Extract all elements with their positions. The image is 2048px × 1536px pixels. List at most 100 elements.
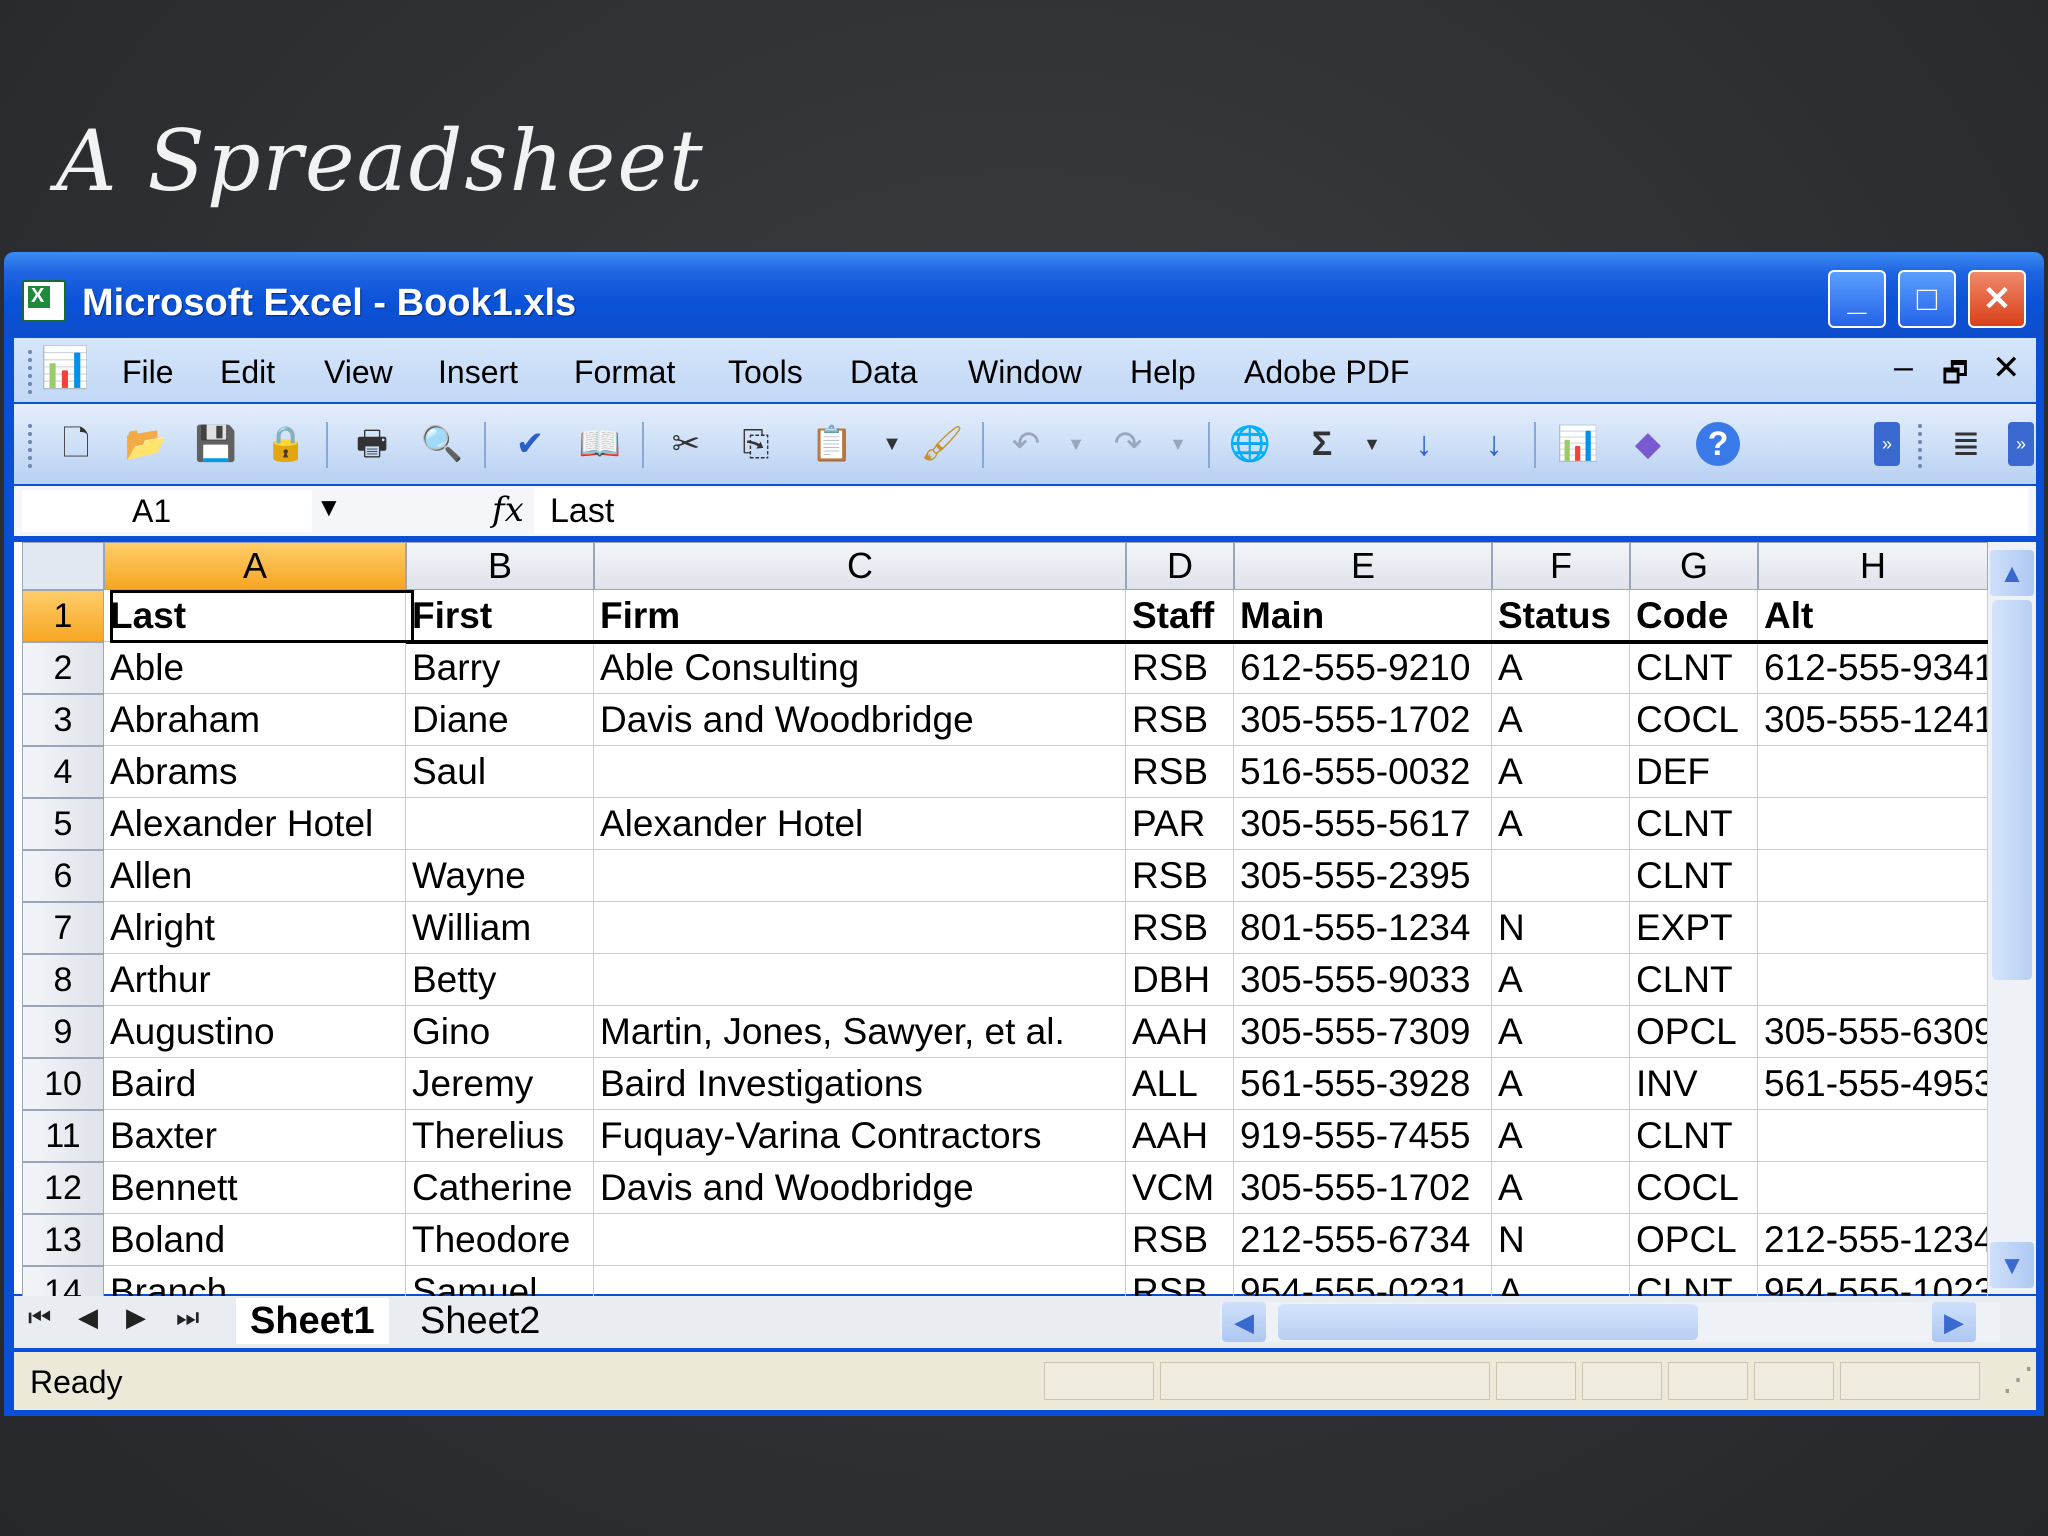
- cell-d9[interactable]: AAH: [1126, 1006, 1234, 1058]
- redo-icon[interactable]: ↷: [1106, 422, 1150, 466]
- cell-g10[interactable]: INV: [1630, 1058, 1758, 1110]
- cut-icon[interactable]: ✂: [664, 422, 708, 466]
- horizontal-scroll-thumb[interactable]: [1278, 1304, 1698, 1340]
- cell-d13[interactable]: RSB: [1126, 1214, 1234, 1266]
- paste-icon[interactable]: 📋: [810, 422, 854, 466]
- cell-e7[interactable]: 801-555-1234: [1234, 902, 1492, 954]
- cell-h11[interactable]: [1758, 1110, 1988, 1162]
- drawing-icon[interactable]: ◆: [1626, 422, 1670, 466]
- doc-close-button[interactable]: ✕: [1992, 348, 2021, 388]
- cell-f7[interactable]: N: [1492, 902, 1630, 954]
- insert-function-icon[interactable]: fx: [492, 490, 524, 530]
- document-icon[interactable]: 📊: [40, 344, 90, 391]
- cell-f5[interactable]: A: [1492, 798, 1630, 850]
- research-icon[interactable]: 📖: [578, 422, 622, 466]
- close-button[interactable]: ✕: [1968, 270, 2026, 328]
- toolbar-grip[interactable]: [1918, 424, 1926, 468]
- cell-c9[interactable]: Martin, Jones, Sawyer, et al.: [594, 1006, 1126, 1058]
- menu-data[interactable]: Data: [850, 354, 918, 391]
- doc-restore-button[interactable]: 🗗: [1942, 352, 1968, 400]
- cell-b8[interactable]: Betty: [406, 954, 594, 1006]
- cell-d6[interactable]: RSB: [1126, 850, 1234, 902]
- column-header-f[interactable]: F: [1492, 542, 1630, 590]
- row-header[interactable]: 3: [22, 694, 104, 746]
- cell-c2[interactable]: Able Consulting: [594, 642, 1126, 694]
- cell-g12[interactable]: COCL: [1630, 1162, 1758, 1214]
- doc-minimize-button[interactable]: –: [1894, 348, 1913, 387]
- last-sheet-icon[interactable]: ⏭: [176, 1302, 199, 1334]
- cell-g13[interactable]: OPCL: [1630, 1214, 1758, 1266]
- column-header-h[interactable]: H: [1758, 542, 1988, 590]
- next-sheet-icon[interactable]: ▶: [126, 1302, 146, 1333]
- cell-a6[interactable]: Allen: [104, 850, 406, 902]
- cell-g11[interactable]: CLNT: [1630, 1110, 1758, 1162]
- cell-d12[interactable]: VCM: [1126, 1162, 1234, 1214]
- scroll-up-icon[interactable]: ▲: [1990, 550, 2034, 596]
- cell-b9[interactable]: Gino: [406, 1006, 594, 1058]
- autosum-dropdown-icon[interactable]: ▼: [1350, 422, 1394, 466]
- help-icon[interactable]: ?: [1696, 422, 1740, 466]
- cell-c4[interactable]: [594, 746, 1126, 798]
- vertical-scrollbar[interactable]: ▲ ▼: [1988, 542, 2036, 1294]
- sort-descending-icon[interactable]: ↓: [1472, 422, 1516, 466]
- cell-a7[interactable]: Alright: [104, 902, 406, 954]
- row-header[interactable]: 5: [22, 798, 104, 850]
- undo-icon[interactable]: ↶: [1004, 422, 1048, 466]
- cell-b4[interactable]: Saul: [406, 746, 594, 798]
- cell-f8[interactable]: A: [1492, 954, 1630, 1006]
- cell-h2[interactable]: 612-555-9341: [1758, 642, 1988, 694]
- cell-h6[interactable]: [1758, 850, 1988, 902]
- cell-a2[interactable]: Able: [104, 642, 406, 694]
- row-header[interactable]: 11: [22, 1110, 104, 1162]
- column-header-a[interactable]: A: [104, 542, 406, 590]
- row-header[interactable]: 8: [22, 954, 104, 1006]
- cell-f3[interactable]: A: [1492, 694, 1630, 746]
- cell-e2[interactable]: 612-555-9210: [1234, 642, 1492, 694]
- row-header[interactable]: 1: [22, 590, 104, 642]
- cell-d5[interactable]: PAR: [1126, 798, 1234, 850]
- cell-b3[interactable]: Diane: [406, 694, 594, 746]
- cell-f2[interactable]: A: [1492, 642, 1630, 694]
- cell-b2[interactable]: Barry: [406, 642, 594, 694]
- cell-a13[interactable]: Boland: [104, 1214, 406, 1266]
- cell-c13[interactable]: [594, 1214, 1126, 1266]
- vertical-scroll-thumb[interactable]: [1992, 600, 2032, 980]
- row-header[interactable]: 4: [22, 746, 104, 798]
- formula-input[interactable]: Last: [534, 488, 2028, 534]
- cell-b12[interactable]: Catherine: [406, 1162, 594, 1214]
- open-icon[interactable]: 📂: [124, 422, 168, 466]
- sort-ascending-icon[interactable]: ↓: [1402, 422, 1446, 466]
- menu-format[interactable]: Format: [574, 354, 675, 391]
- menu-help[interactable]: Help: [1130, 354, 1196, 391]
- cell-d8[interactable]: DBH: [1126, 954, 1234, 1006]
- cell-g6[interactable]: CLNT: [1630, 850, 1758, 902]
- cell-a9[interactable]: Augustino: [104, 1006, 406, 1058]
- toolbar-options-icon[interactable]: »: [2008, 422, 2034, 466]
- undo-dropdown-icon[interactable]: ▼: [1054, 422, 1098, 466]
- cell-e5[interactable]: 305-555-5617: [1234, 798, 1492, 850]
- row-header[interactable]: 7: [22, 902, 104, 954]
- save-icon[interactable]: 💾: [194, 422, 238, 466]
- cell-h13[interactable]: 212-555-1234: [1758, 1214, 1988, 1266]
- cell-d1[interactable]: Staff: [1126, 590, 1234, 642]
- cell-g4[interactable]: DEF: [1630, 746, 1758, 798]
- permission-icon[interactable]: 🔒: [264, 422, 308, 466]
- cell-g3[interactable]: COCL: [1630, 694, 1758, 746]
- cell-c10[interactable]: Baird Investigations: [594, 1058, 1126, 1110]
- cell-b11[interactable]: Therelius: [406, 1110, 594, 1162]
- chart-wizard-icon[interactable]: 📊: [1556, 422, 1600, 466]
- cell-e6[interactable]: 305-555-2395: [1234, 850, 1492, 902]
- row-header[interactable]: 10: [22, 1058, 104, 1110]
- tab-sheet2[interactable]: Sheet2: [406, 1298, 554, 1344]
- select-all-corner[interactable]: [22, 542, 104, 590]
- cell-d4[interactable]: RSB: [1126, 746, 1234, 798]
- menu-file[interactable]: File: [122, 354, 174, 391]
- row-header[interactable]: 6: [22, 850, 104, 902]
- spelling-icon[interactable]: ✔: [508, 422, 552, 466]
- cell-g2[interactable]: CLNT: [1630, 642, 1758, 694]
- menu-tools[interactable]: Tools: [728, 354, 803, 391]
- cell-f1[interactable]: Status: [1492, 590, 1630, 642]
- maximize-button[interactable]: □: [1898, 270, 1956, 328]
- cell-e10[interactable]: 561-555-3928: [1234, 1058, 1492, 1110]
- cell-b10[interactable]: Jeremy: [406, 1058, 594, 1110]
